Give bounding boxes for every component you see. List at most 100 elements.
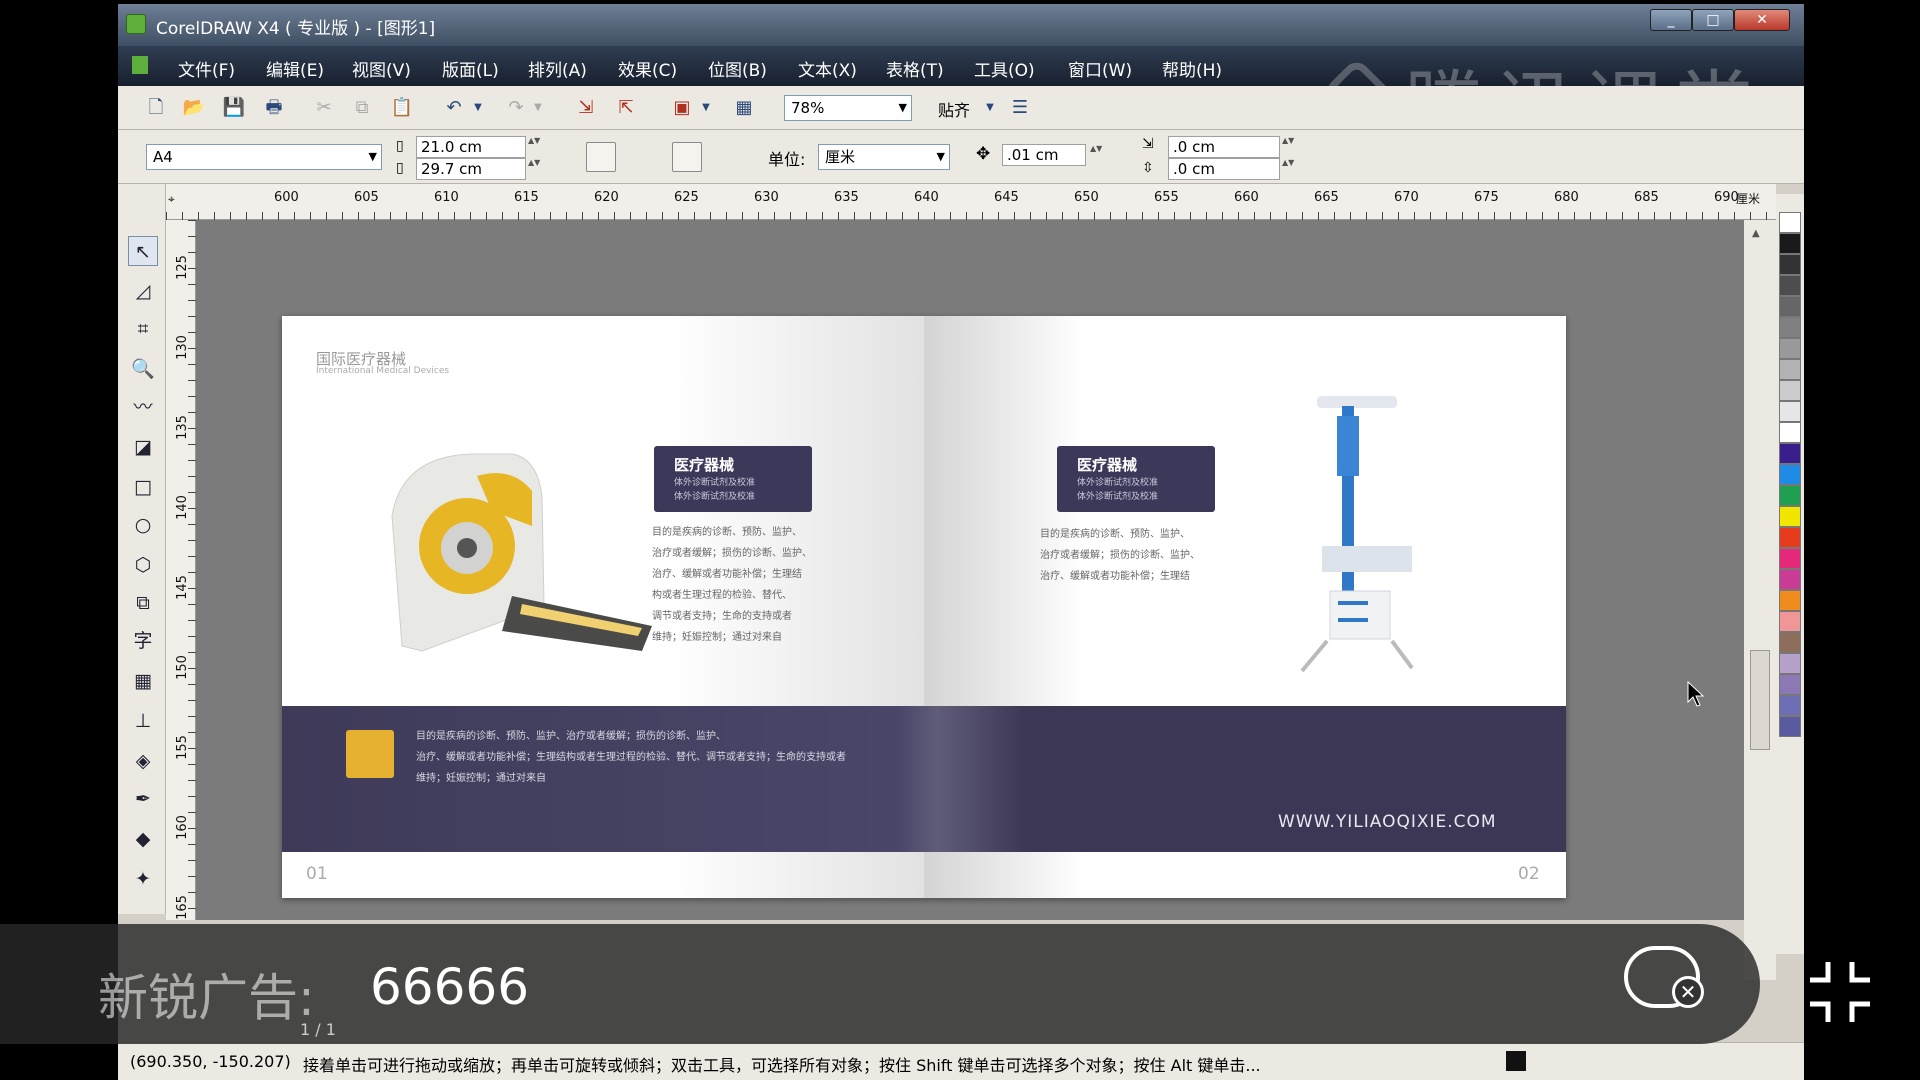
scroll-thumb[interactable] [1750,650,1770,750]
menu-effects[interactable]: 效果(C) [618,56,677,81]
page-width-field[interactable]: 21.0 cm [416,136,526,158]
paste-icon[interactable]: 📋 [390,96,414,120]
height-spinner-icon[interactable]: ▲▼ [528,158,540,180]
color-swatch[interactable] [1779,296,1801,317]
duplicate-y-field[interactable]: .0 cm [1168,158,1280,180]
zoom-tool-icon[interactable]: 🔍 [128,354,158,384]
landscape-button[interactable] [624,142,654,172]
color-swatch[interactable] [1779,359,1801,380]
dup-y-spinner-icon[interactable]: ▲▼ [1282,158,1294,180]
menu-window[interactable]: 窗口(W) [1068,56,1132,81]
duplicate-x-field[interactable]: .0 cm [1168,136,1280,158]
color-swatch[interactable] [1779,275,1801,296]
menu-bitmaps[interactable]: 位图(B) [708,56,767,81]
crop-tool-icon[interactable]: ⌗ [128,314,158,344]
nudge-spinner-icon[interactable]: ▲▼ [1090,144,1102,166]
application-launcher-icon[interactable]: ▣ [670,96,694,120]
undo-dropdown-icon[interactable]: ▼ [466,96,490,120]
freehand-tool-icon[interactable]: 〰 [128,392,158,422]
open-icon[interactable]: 📂 [182,96,206,120]
table-tool-icon[interactable]: ▦ [128,666,158,696]
scroll-up-icon[interactable]: ▲ [1752,228,1760,239]
ellipse-tool-icon[interactable]: ○ [128,510,158,540]
color-swatch[interactable] [1779,506,1801,527]
color-swatch[interactable] [1779,380,1801,401]
color-swatch[interactable] [1779,317,1801,338]
cut-icon[interactable]: ✂ [312,96,336,120]
save-icon[interactable]: 💾 [222,96,246,120]
redo-dropdown-icon[interactable]: ▼ [526,96,550,120]
polygon-tool-icon[interactable]: ⬡ [128,550,158,580]
color-swatch[interactable] [1779,443,1801,464]
color-swatch[interactable] [1779,401,1801,422]
fullscreen-exit-icon[interactable] [1808,960,1872,1024]
color-swatch[interactable] [1779,422,1801,443]
export-icon[interactable]: ⇱ [614,96,638,120]
basic-shapes-tool-icon[interactable]: ⧉ [128,588,158,618]
color-swatch[interactable] [1779,716,1801,737]
interactive-fill-tool-icon[interactable]: ◆ [128,824,158,854]
menu-help[interactable]: 帮助(H) [1162,56,1222,81]
snap-dropdown-icon[interactable]: ▼ [978,96,1002,120]
page-size-select[interactable]: A4 ▼ [146,144,382,170]
color-swatch[interactable] [1779,254,1801,275]
width-spinner-icon[interactable]: ▲▼ [528,136,540,158]
zoom-level-select[interactable]: 78% ▼ [784,95,912,121]
welcome-screen-icon[interactable]: ▦ [732,96,756,120]
dup-x-spinner-icon[interactable]: ▲▼ [1282,136,1294,158]
color-swatch[interactable] [1779,695,1801,716]
portrait-button[interactable] [586,142,616,172]
all-pages-button[interactable] [672,142,702,172]
nudge-distance-field[interactable]: .01 cm [1002,144,1086,166]
page-height-field[interactable]: 29.7 cm [416,158,526,180]
color-swatch[interactable] [1779,569,1801,590]
brochure-spread[interactable]: 国际医疗器械 International Medical Devices 医疗器… [282,316,1566,898]
menu-table[interactable]: 表格(T) [886,56,944,81]
color-swatch[interactable] [1779,548,1801,569]
outline-color-swatch[interactable] [1506,1051,1526,1071]
print-icon[interactable]: 🖶 [262,96,286,120]
menu-view[interactable]: 视图(V) [352,56,411,81]
unit-select[interactable]: 厘米 ▼ [818,144,950,170]
pick-tool-icon[interactable]: ↖ [128,236,158,266]
color-swatch[interactable] [1779,653,1801,674]
color-swatch[interactable] [1779,212,1801,233]
vertical-scrollbar[interactable]: ▲ [1744,220,1776,980]
current-page-button[interactable] [710,142,740,172]
color-swatch[interactable] [1779,611,1801,632]
color-swatch[interactable] [1779,632,1801,653]
menu-edit[interactable]: 编辑(E) [266,56,324,81]
color-swatch[interactable] [1779,674,1801,695]
color-swatch[interactable] [1779,464,1801,485]
menu-layout[interactable]: 版面(L) [442,56,499,81]
smart-drawing-tool-icon[interactable]: ✦ [128,864,158,894]
minimize-button[interactable]: _ [1650,9,1692,31]
dimension-tool-icon[interactable]: ⊥ [128,706,158,736]
text-tool-icon[interactable]: 字 [128,626,158,656]
color-swatch[interactable] [1779,338,1801,359]
color-swatch[interactable] [1779,590,1801,611]
snap-to-button[interactable]: 贴齐 [938,97,970,121]
maximize-button[interactable]: □ [1692,9,1734,31]
menu-text[interactable]: 文本(X) [798,56,857,81]
outline-pen-tool-icon[interactable]: ✒ [128,784,158,814]
color-swatch[interactable] [1779,485,1801,506]
fill-tool-icon[interactable]: ◈ [128,746,158,776]
close-circle-icon[interactable]: ✕ [1672,976,1704,1008]
color-swatch[interactable] [1779,527,1801,548]
import-icon[interactable]: ⇲ [574,96,598,120]
shape-tool-icon[interactable]: ◿ [128,276,158,306]
menu-tools[interactable]: 工具(O) [974,56,1035,81]
options-icon[interactable]: ☰ [1008,96,1032,120]
redo-icon[interactable]: ↷ [504,96,528,120]
rectangle-tool-icon[interactable]: □ [128,472,158,502]
menu-arrange[interactable]: 排列(A) [528,56,587,81]
color-swatch[interactable] [1779,233,1801,254]
copy-icon[interactable]: ⧉ [350,96,374,120]
close-button[interactable]: ✕ [1734,9,1790,31]
menu-file[interactable]: 文件(F) [178,56,235,81]
new-document-icon[interactable]: 🗋 [144,96,168,120]
launcher-dropdown-icon[interactable]: ▼ [694,96,718,120]
smart-fill-tool-icon[interactable]: ◪ [128,432,158,462]
ruler-origin-icon[interactable]: ⌖ [168,192,175,207]
